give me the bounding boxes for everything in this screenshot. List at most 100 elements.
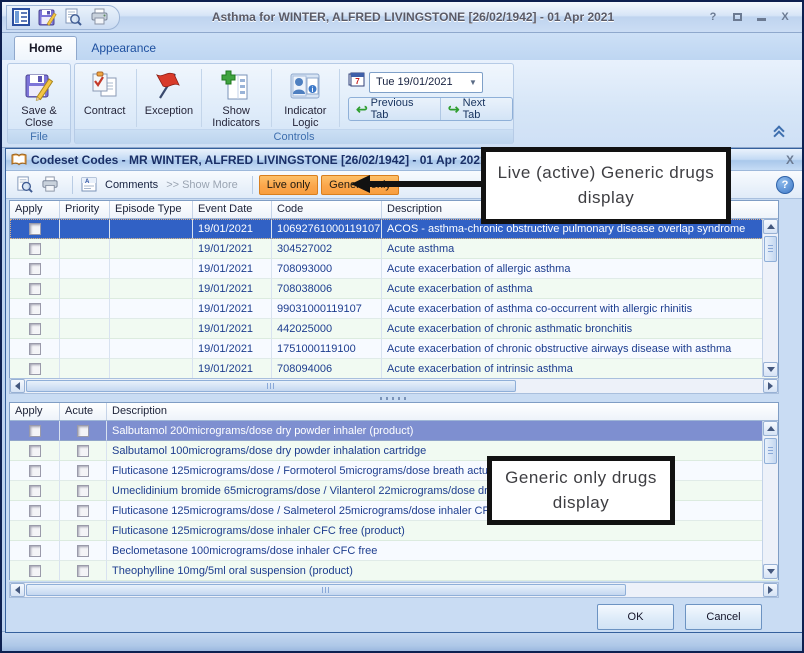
apply-checkbox[interactable] [29, 425, 41, 437]
codes-vertical-scrollbar[interactable] [762, 219, 778, 377]
scroll-right-icon[interactable] [763, 379, 778, 393]
minimize-icon[interactable] [754, 11, 768, 23]
apply-checkbox[interactable] [29, 445, 41, 457]
scroll-left-icon[interactable] [10, 379, 25, 393]
scroll-right-icon[interactable] [763, 583, 778, 597]
column-header-priority[interactable]: Priority [60, 201, 110, 218]
cancel-button[interactable]: Cancel [685, 604, 762, 630]
scroll-down-icon[interactable] [763, 564, 778, 579]
priority-cell [60, 259, 110, 279]
previous-tab-button[interactable]: ↩ Previous Tab [349, 98, 440, 120]
priority-cell [60, 239, 110, 259]
table-row[interactable]: 19/01/2021708038006Acute exacerbation of… [10, 279, 778, 299]
table-row[interactable]: Salbutamol 200micrograms/dose dry powder… [10, 421, 778, 441]
pane-splitter[interactable] [9, 394, 779, 402]
indicator-logic-button[interactable]: i Indicator Logic [274, 67, 337, 129]
scroll-thumb[interactable] [26, 584, 626, 596]
event-date-cell: 19/01/2021 [193, 359, 272, 379]
app-menu-icon[interactable] [11, 7, 31, 27]
contract-label: Contract [84, 105, 126, 117]
scroll-thumb[interactable] [26, 380, 516, 392]
apply-cell [10, 561, 60, 581]
collapse-ribbon-icon[interactable] [772, 127, 788, 141]
help-icon[interactable]: ? [776, 176, 794, 194]
acute-checkbox[interactable] [77, 525, 89, 537]
acute-checkbox[interactable] [77, 465, 89, 477]
table-row[interactable]: Beclometasone 100micrograms/dose inhaler… [10, 541, 778, 561]
apply-checkbox[interactable] [29, 283, 41, 295]
table-row[interactable]: 19/01/2021708093000Acute exacerbation of… [10, 259, 778, 279]
print-preview-icon[interactable] [14, 175, 34, 195]
column-header-episode-type[interactable]: Episode Type [110, 201, 193, 218]
scroll-up-icon[interactable] [763, 421, 778, 436]
column-header-code[interactable]: Code [272, 201, 382, 218]
drugs-vertical-scrollbar[interactable] [762, 421, 778, 579]
acute-checkbox[interactable] [77, 545, 89, 557]
apply-checkbox[interactable] [29, 465, 41, 477]
drugs-horizontal-scrollbar[interactable] [9, 582, 779, 598]
column-header-acute[interactable]: Acute [60, 403, 107, 420]
scroll-up-icon[interactable] [763, 219, 778, 234]
acute-checkbox[interactable] [77, 485, 89, 497]
tab-appearance[interactable]: Appearance [77, 37, 170, 60]
table-row[interactable]: Theophylline 10mg/5ml oral suspension (p… [10, 561, 778, 581]
print-icon[interactable] [40, 175, 60, 195]
apply-checkbox[interactable] [29, 323, 41, 335]
scroll-left-icon[interactable] [10, 583, 25, 597]
apply-checkbox[interactable] [29, 263, 41, 275]
restore-icon[interactable] [730, 11, 744, 23]
scroll-thumb[interactable] [764, 438, 777, 464]
apply-cell [10, 541, 60, 561]
table-row[interactable]: 19/01/2021442025000Acute exacerbation of… [10, 319, 778, 339]
episode-type-cell [110, 259, 193, 279]
show-indicators-button[interactable]: Show Indicators [204, 67, 269, 129]
column-header-apply[interactable]: Apply [10, 201, 60, 218]
save-icon[interactable] [37, 7, 57, 27]
acute-checkbox[interactable] [77, 445, 89, 457]
comments-icon[interactable]: A [79, 175, 99, 195]
apply-checkbox[interactable] [29, 485, 41, 497]
apply-checkbox[interactable] [29, 363, 41, 375]
apply-checkbox[interactable] [29, 343, 41, 355]
acute-checkbox[interactable] [77, 565, 89, 577]
acute-checkbox[interactable] [77, 425, 89, 437]
column-header-apply[interactable]: Apply [10, 403, 60, 420]
contract-button[interactable]: Contract [75, 67, 134, 117]
exception-button[interactable]: Exception [139, 67, 198, 117]
comments-button[interactable]: Comments [105, 179, 158, 191]
date-picker[interactable]: Tue 19/01/2021 ▼ [369, 72, 483, 93]
table-row[interactable]: 19/01/20211751000119100Acute exacerbatio… [10, 339, 778, 359]
description-cell: Acute exacerbation of chronic obstructiv… [382, 339, 778, 359]
ok-button[interactable]: OK [597, 604, 674, 630]
show-more-button[interactable]: >> Show More [166, 179, 238, 191]
print-icon[interactable] [89, 7, 109, 27]
save-close-button[interactable]: Save & Close [9, 67, 69, 129]
apply-checkbox[interactable] [29, 565, 41, 577]
table-row[interactable]: 19/01/2021304527002Acute asthma [10, 239, 778, 259]
apply-checkbox[interactable] [29, 505, 41, 517]
help-title-icon[interactable]: ? [706, 11, 720, 23]
print-preview-icon[interactable] [63, 7, 83, 27]
apply-cell [10, 421, 60, 441]
acute-checkbox[interactable] [77, 505, 89, 517]
next-tab-button[interactable]: ↪ Next Tab [440, 98, 512, 120]
table-row[interactable]: 19/01/202199031000119107Acute exacerbati… [10, 299, 778, 319]
dropdown-arrow-icon[interactable]: ▼ [469, 78, 477, 87]
scroll-down-icon[interactable] [763, 362, 778, 377]
apply-checkbox[interactable] [29, 545, 41, 557]
column-header-event-date[interactable]: Event Date [193, 201, 272, 218]
codes-horizontal-scrollbar[interactable] [9, 378, 779, 394]
apply-cell [10, 501, 60, 521]
table-row[interactable]: 19/01/2021708094006Acute exacerbation of… [10, 359, 778, 379]
indicator-logic-icon: i [288, 69, 322, 103]
tab-home[interactable]: Home [14, 36, 77, 60]
column-header-description[interactable]: Description [107, 403, 778, 420]
apply-checkbox[interactable] [29, 525, 41, 537]
scroll-thumb[interactable] [764, 236, 777, 262]
close-icon[interactable]: X [778, 11, 792, 23]
apply-checkbox[interactable] [29, 303, 41, 315]
dialog-close-icon[interactable]: X [786, 153, 794, 167]
live-only-toggle[interactable]: Live only [259, 175, 318, 195]
apply-checkbox[interactable] [29, 223, 41, 235]
apply-checkbox[interactable] [29, 243, 41, 255]
